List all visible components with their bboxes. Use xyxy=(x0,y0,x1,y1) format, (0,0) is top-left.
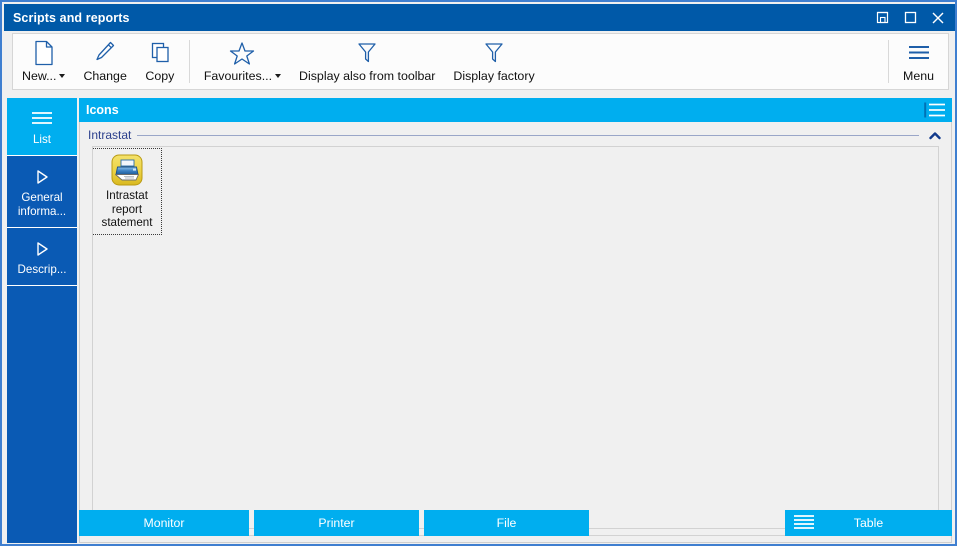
toolbar-button-favourites-label: Favourites... xyxy=(203,68,282,84)
close-button[interactable] xyxy=(924,4,952,31)
icon-grid: Intrastat report statement xyxy=(86,146,945,235)
triangle-right-icon xyxy=(32,166,52,188)
printer-icon xyxy=(111,154,143,186)
main-panel: Icons Intrastat Intrastat report stateme… xyxy=(79,98,952,543)
filter-icon xyxy=(483,38,505,68)
toolbar-button-menu[interactable]: Menu xyxy=(894,34,948,89)
toolbar-button-favourites[interactable]: Favourites... xyxy=(195,34,290,89)
title-bar: Scripts and reports xyxy=(4,4,955,31)
chevron-up-icon[interactable] xyxy=(919,131,945,140)
maximize-button[interactable] xyxy=(896,4,924,31)
icon-area: Intrastat report statement xyxy=(86,146,945,536)
table-button[interactable]: Table xyxy=(785,510,952,536)
group-header-intrastat: Intrastat xyxy=(80,122,951,142)
panel-header: Icons xyxy=(79,98,952,122)
group-label: Intrastat xyxy=(88,128,132,142)
sidebar-item-description[interactable]: Descrip... xyxy=(7,228,77,286)
triangle-right-icon xyxy=(32,238,52,260)
sidebar-item-general-information-label: General informa... xyxy=(17,191,67,218)
toolbar-button-display-also-from-toolbar-label: Display also from toolbar xyxy=(299,69,436,83)
sidebar-item-general-information[interactable]: General informa... xyxy=(7,156,77,228)
window-controls xyxy=(868,4,955,31)
file-button[interactable]: File xyxy=(424,510,589,536)
toolbar-button-new-label: New... xyxy=(22,68,66,84)
sidebar: List General informa... Descrip... xyxy=(7,98,77,543)
star-icon xyxy=(229,38,255,68)
toolbar-button-display-also-from-toolbar[interactable]: Display also from toolbar xyxy=(290,34,444,89)
icon-item-label: Intrastat report statement xyxy=(101,189,153,229)
pencil-icon xyxy=(93,38,117,68)
toolbar: New... Change Copy Favourites... Display… xyxy=(12,33,949,90)
toolbar-button-change-label: Change xyxy=(83,69,127,83)
monitor-button[interactable]: Monitor xyxy=(79,510,249,536)
toolbar-separator-right xyxy=(888,40,889,83)
toolbar-button-display-factory[interactable]: Display factory xyxy=(444,34,543,89)
group-separator-line xyxy=(137,134,919,136)
sidebar-item-description-label: Descrip... xyxy=(17,263,67,276)
hamburger-icon xyxy=(905,38,933,68)
chevron-down-icon xyxy=(275,74,282,78)
printer-button[interactable]: Printer xyxy=(254,510,419,536)
new-label-text: New... xyxy=(22,69,57,83)
chevron-down-icon xyxy=(59,74,66,78)
hamburger-icon xyxy=(29,108,55,130)
icon-item-intrastat-report-statement[interactable]: Intrastat report statement xyxy=(92,148,162,235)
panel-menu-icon[interactable] xyxy=(922,99,948,121)
toolbar-separator xyxy=(188,40,190,83)
toolbar-button-display-factory-label: Display factory xyxy=(453,69,535,83)
bottom-action-bar: Monitor Printer File Table xyxy=(79,510,952,536)
toolbar-button-copy[interactable]: Copy xyxy=(136,34,184,89)
window-title: Scripts and reports xyxy=(13,10,130,25)
panel-title: Icons xyxy=(86,103,119,117)
favourites-label-text: Favourites... xyxy=(203,69,273,83)
sidebar-item-list[interactable]: List xyxy=(7,98,77,156)
toolbar-button-menu-label: Menu xyxy=(903,69,934,83)
toolbar-button-new[interactable]: New... xyxy=(13,34,74,89)
toolbar-button-copy-label: Copy xyxy=(145,69,175,83)
table-button-label: Table xyxy=(853,516,884,530)
panel-body: Intrastat Intrastat report statement xyxy=(79,122,952,543)
sidebar-item-list-label: List xyxy=(32,133,52,146)
toolbar-button-change[interactable]: Change xyxy=(74,34,135,89)
filter-icon xyxy=(356,38,378,68)
restore-down-button[interactable] xyxy=(868,4,896,31)
copy-icon xyxy=(148,38,172,68)
table-lines-icon xyxy=(793,514,815,532)
document-icon xyxy=(33,38,55,68)
application-window: Scripts and reports New... Change Copy F… xyxy=(0,0,957,546)
